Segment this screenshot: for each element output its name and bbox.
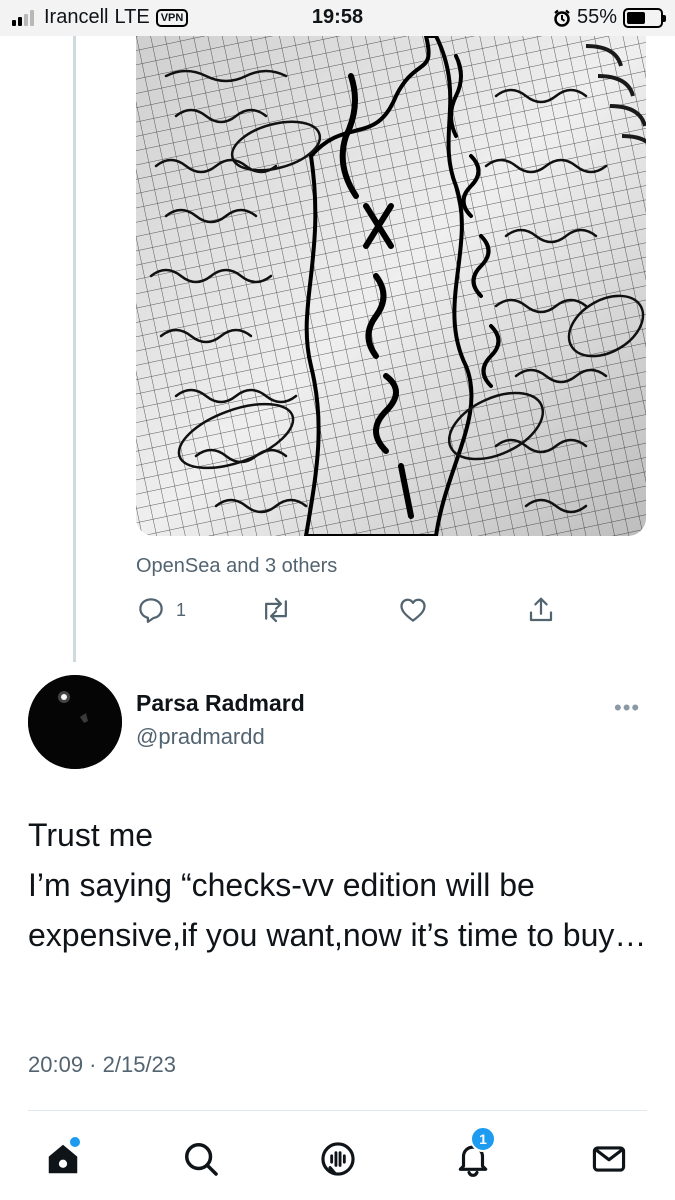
tab-messages[interactable] <box>584 1134 634 1184</box>
reply-button[interactable]: 1 <box>136 595 186 625</box>
user-handle[interactable]: @pradmardd <box>136 724 265 750</box>
status-bar: Irancell LTE VPN 19:58 55% <box>0 0 675 36</box>
tweet-timestamp[interactable]: 20:09 · 2/15/23 <box>28 1052 176 1078</box>
share-button[interactable] <box>526 595 556 625</box>
messages-icon <box>592 1146 626 1172</box>
spaces-icon <box>321 1142 355 1176</box>
alarm-icon <box>554 9 570 27</box>
avatar-photo <box>28 675 122 769</box>
reply-count: 1 <box>176 599 187 620</box>
status-right: 55% <box>553 6 666 29</box>
like-icon <box>400 598 426 622</box>
tweet-attribution[interactable]: OpenSea and 3 others <box>136 555 337 578</box>
tab-spaces[interactable] <box>313 1134 363 1184</box>
retweet-button[interactable] <box>260 595 292 625</box>
thread-line <box>73 36 76 662</box>
tab-notifications[interactable]: 1 <box>448 1126 498 1184</box>
tab-bar: 1 <box>0 1112 675 1200</box>
tweet-text: Trust me I’m saying “checks-vv edition w… <box>28 817 647 953</box>
like-button[interactable] <box>398 595 428 625</box>
notifications-badge: 1 <box>470 1126 496 1152</box>
divider <box>28 1110 647 1111</box>
notebook-photo <box>136 36 646 536</box>
reply-icon <box>139 598 163 623</box>
display-name[interactable]: Parsa Radmard <box>136 690 305 717</box>
retweet-icon <box>265 597 287 623</box>
home-new-indicator <box>70 1137 80 1147</box>
battery-icon <box>623 7 666 28</box>
avatar[interactable] <box>28 675 122 769</box>
tweet-image-notebook[interactable] <box>136 36 646 536</box>
tweet-actions: 1 <box>136 595 556 631</box>
more-options-icon[interactable]: ••• <box>614 695 640 721</box>
search-icon <box>185 1143 218 1176</box>
tab-home[interactable] <box>38 1134 88 1184</box>
battery-percent: 55% <box>576 6 617 28</box>
battery-fill <box>627 11 645 24</box>
tab-search[interactable] <box>176 1134 226 1184</box>
share-icon <box>529 597 553 622</box>
